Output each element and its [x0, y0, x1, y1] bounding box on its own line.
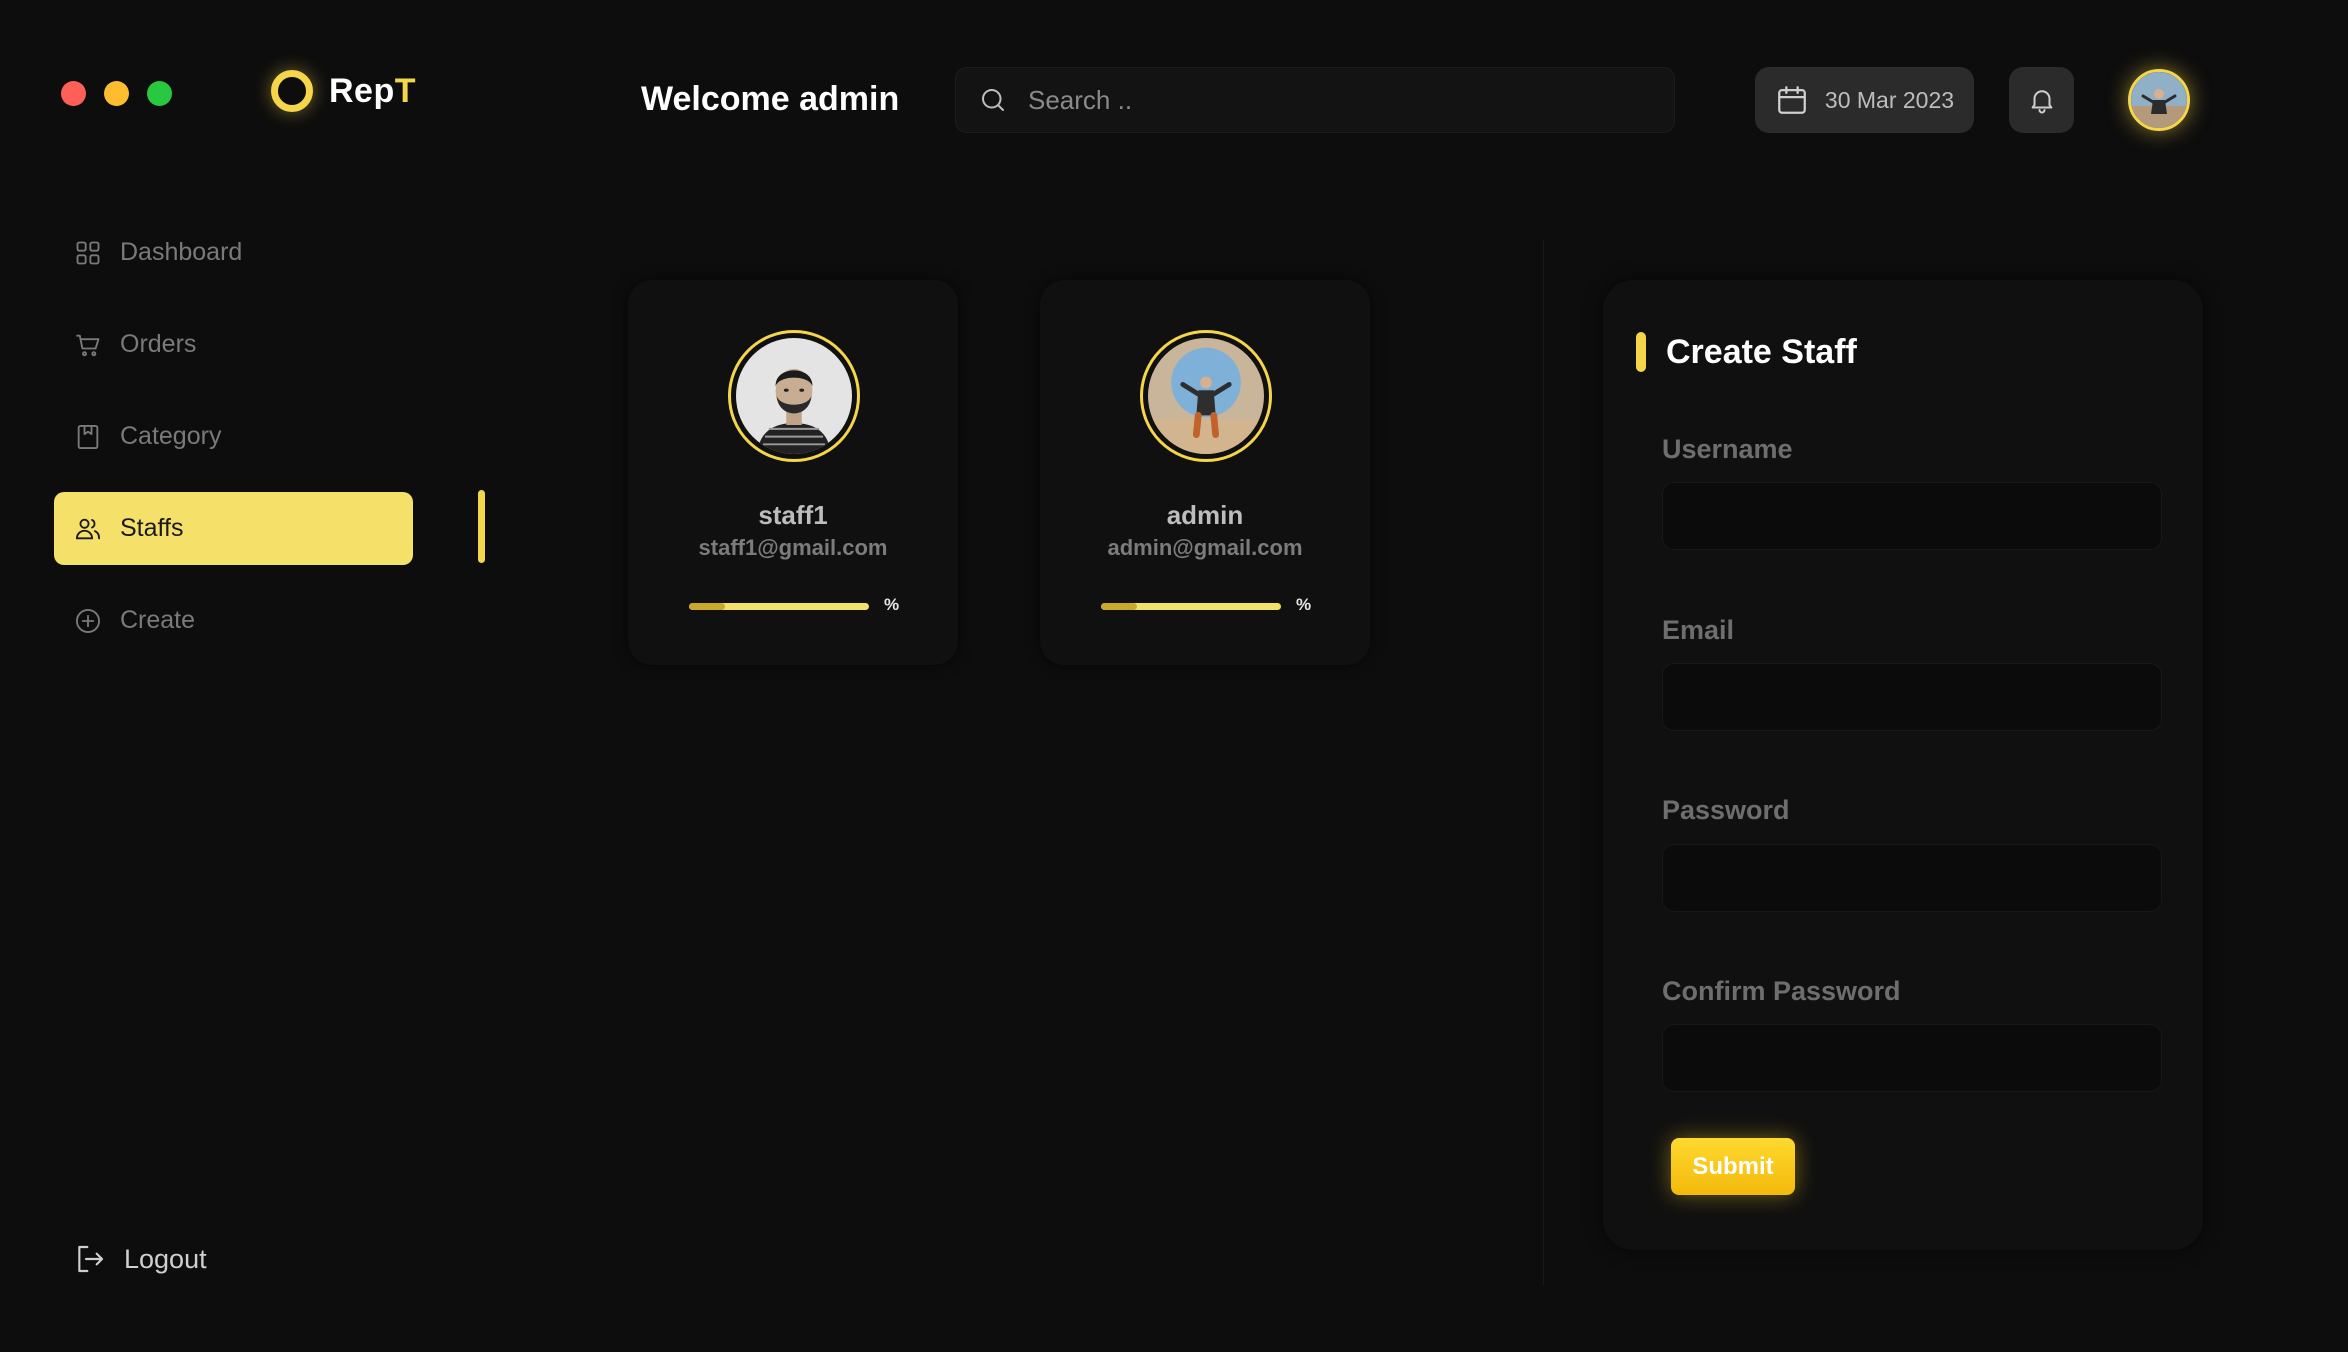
- logout-label: Logout: [124, 1243, 207, 1274]
- staff-email: admin@gmail.com: [1107, 535, 1303, 560]
- email-label: Email: [1662, 615, 1735, 645]
- confirm-password-label: Confirm Password: [1662, 976, 1901, 1006]
- email-field[interactable]: [1662, 663, 2162, 731]
- panel-header: Create Staff: [1636, 332, 1857, 372]
- sidebar-item-create[interactable]: Create: [54, 584, 414, 657]
- search-icon: [982, 89, 1004, 111]
- submit-button[interactable]: Submit: [1671, 1138, 1795, 1195]
- sidebar-item-label: Orders: [120, 330, 197, 358]
- panel-title: Create Staff: [1666, 332, 1857, 371]
- maximize-window-button[interactable]: [147, 81, 172, 106]
- username-label: Username: [1662, 434, 1793, 464]
- sidebar-item-dashboard[interactable]: Dashboard: [54, 216, 414, 289]
- title-marker: [1636, 332, 1646, 372]
- plus-circle-icon: [75, 608, 101, 633]
- divider: [1543, 240, 1544, 1285]
- window-controls: [61, 81, 172, 106]
- sidebar-nav: Dashboard Orders Category Staffs Create: [54, 216, 414, 676]
- logout-icon: [78, 1245, 104, 1273]
- sidebar-item-staffs[interactable]: Staffs: [54, 492, 413, 565]
- confirm-password-field[interactable]: [1662, 1024, 2162, 1092]
- sidebar-item-label: Dashboard: [120, 238, 243, 266]
- app-logo[interactable]: RepT: [271, 70, 416, 112]
- page-title: Welcome admin: [641, 80, 900, 118]
- user-avatar[interactable]: [2128, 69, 2190, 131]
- active-nav-indicator: [478, 490, 485, 563]
- users-icon: [75, 518, 101, 539]
- brand-name: RepT: [329, 71, 417, 110]
- sidebar-item-category[interactable]: Category: [54, 400, 414, 473]
- password-field[interactable]: [1662, 844, 2162, 912]
- staff-name: admin: [1166, 500, 1244, 530]
- staff-avatar: [1140, 330, 1272, 462]
- create-staff-panel: Create Staff Username Email Password Con…: [1603, 280, 2203, 1250]
- cart-icon: [76, 334, 100, 356]
- username-field[interactable]: [1662, 482, 2162, 550]
- staff-card[interactable]: staff1 staff1@gmail.com %: [628, 280, 958, 665]
- logout-button[interactable]: Logout: [74, 1243, 207, 1275]
- staff-progress-bar: [1101, 603, 1281, 610]
- sidebar-item-label: Staffs: [120, 514, 184, 542]
- staff-progress-bar: [689, 603, 869, 610]
- sidebar-item-label: Category: [120, 422, 222, 450]
- date-display[interactable]: 30 Mar 2023: [1755, 67, 1974, 133]
- progress-percent: %: [1296, 595, 1312, 614]
- sidebar-item-orders[interactable]: Orders: [54, 308, 414, 381]
- staff-card[interactable]: admin admin@gmail.com %: [1040, 280, 1370, 665]
- calendar-icon: [1778, 86, 1806, 114]
- staff-email: staff1@gmail.com: [698, 535, 888, 560]
- staff-photo: [736, 338, 852, 454]
- bell-icon: [2031, 90, 2052, 114]
- progress-percent: %: [884, 595, 900, 614]
- staff-photo: [1148, 338, 1264, 454]
- bookmark-icon: [77, 424, 99, 449]
- close-window-button[interactable]: [61, 81, 86, 106]
- staff-name: staff1: [758, 500, 828, 530]
- password-label: Password: [1662, 795, 1790, 825]
- search-input[interactable]: [1028, 84, 1648, 116]
- minimize-window-button[interactable]: [104, 81, 129, 106]
- search-bar[interactable]: [955, 67, 1675, 133]
- notifications-button[interactable]: [2009, 67, 2074, 133]
- date-text: 30 Mar 2023: [1824, 86, 1955, 113]
- grid-icon: [76, 241, 100, 264]
- staff-avatar: [728, 330, 860, 462]
- sidebar-item-label: Create: [120, 606, 196, 634]
- avatar-photo: [2131, 72, 2187, 128]
- logo-ring-icon: [271, 70, 313, 112]
